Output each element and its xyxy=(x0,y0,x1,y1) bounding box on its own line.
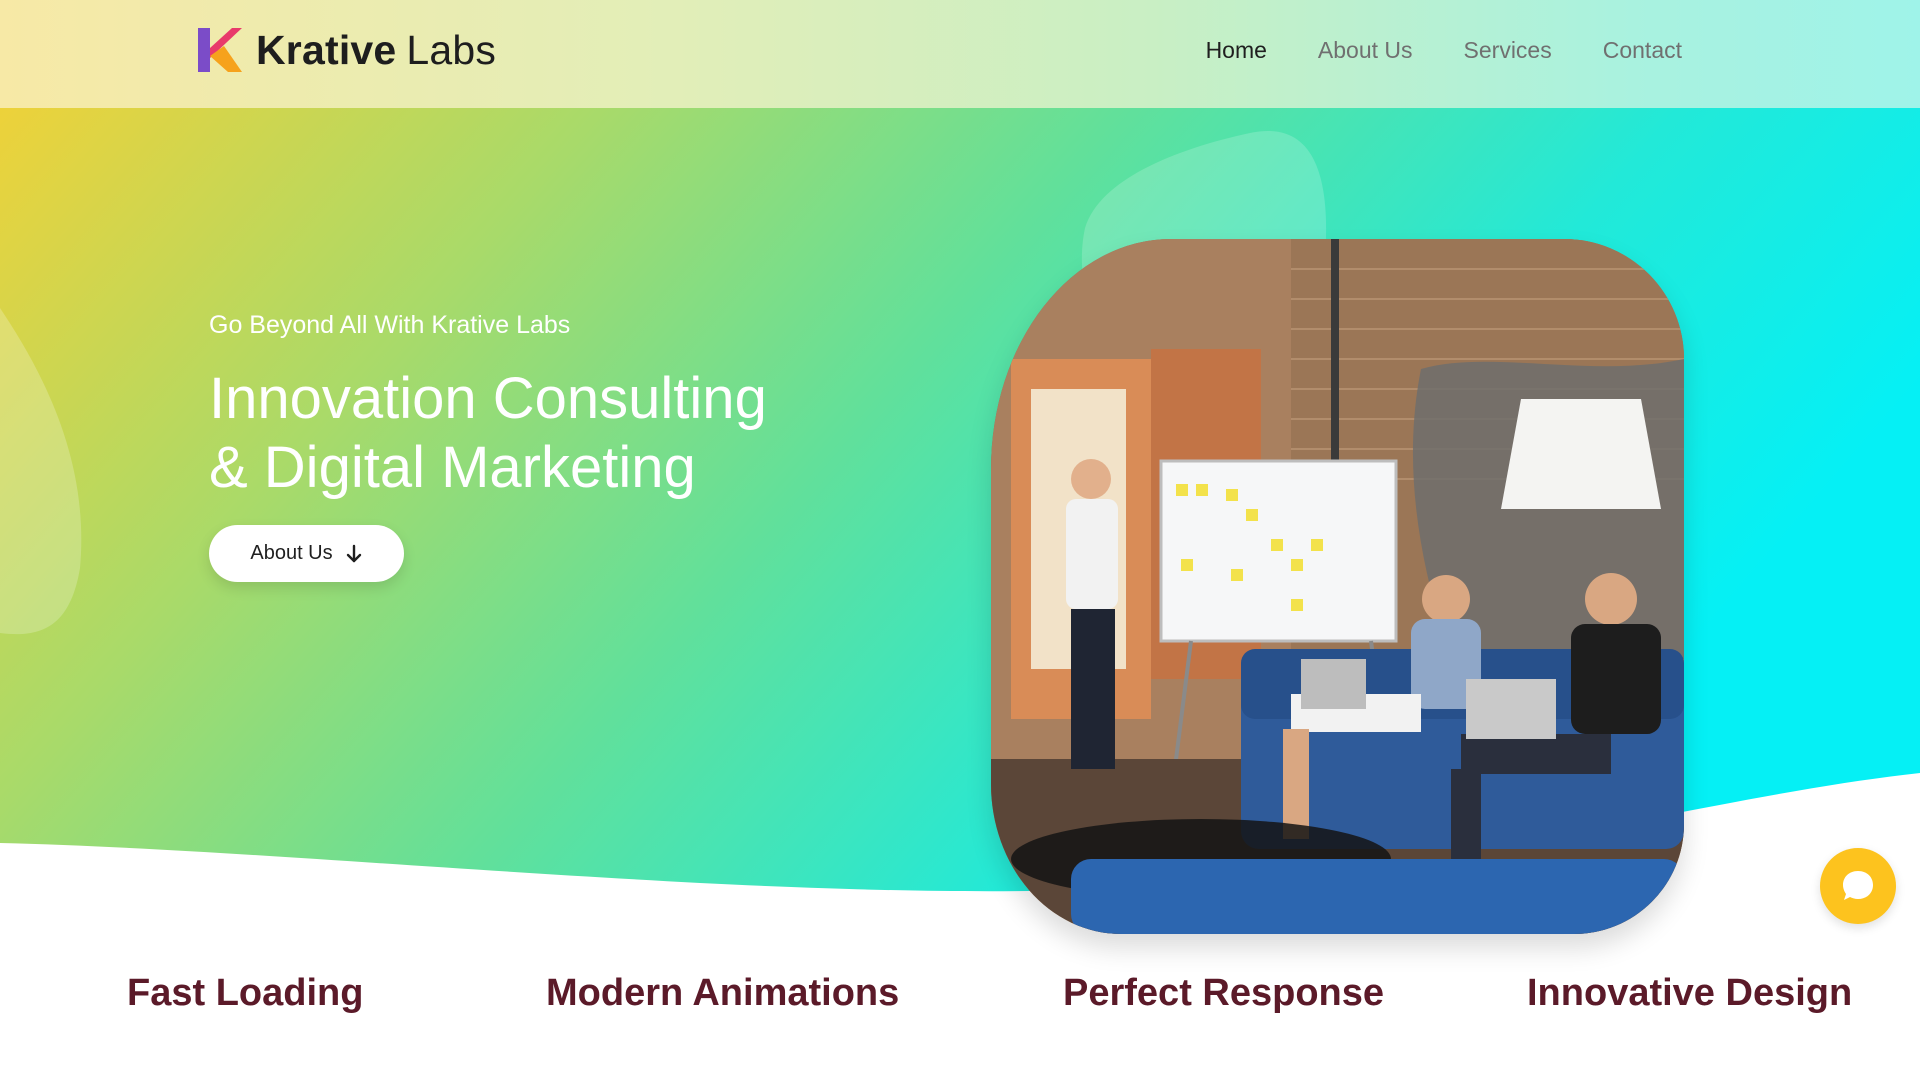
features-row: Fast Loading Modern Animations Perfect R… xyxy=(0,972,1920,1032)
logo[interactable]: Krative Labs xyxy=(196,26,496,74)
about-us-button-label: About Us xyxy=(250,542,333,564)
nav-item-home[interactable]: Home xyxy=(1206,34,1267,66)
hero-title: Innovation Consulting & Digital Marketin… xyxy=(209,364,969,502)
site-header: Krative Labs Home About Us Services Conta… xyxy=(0,0,1920,108)
feature-modern-animations: Modern Animations xyxy=(546,972,900,1014)
office-meeting-illustration xyxy=(991,239,1684,934)
hero-title-line1: Innovation Consulting xyxy=(209,366,767,431)
hero-section: Go Beyond All With Krative Labs Innovati… xyxy=(0,108,1920,1008)
chat-bubble-icon xyxy=(1843,871,1873,900)
arrow-down-icon xyxy=(346,544,361,562)
logo-text: Krative Labs xyxy=(256,27,496,74)
nav-item-about-us[interactable]: About Us xyxy=(1318,34,1413,66)
logo-name-strong: Krative xyxy=(256,26,397,73)
feature-perfect-response: Perfect Response xyxy=(1063,972,1385,1014)
nav-item-services[interactable]: Services xyxy=(1464,34,1552,66)
hero-title-line2: & Digital Marketing xyxy=(209,435,696,500)
main-nav: Home About Us Services Contact xyxy=(1155,34,1682,66)
feature-innovative-design: Innovative Design xyxy=(1527,972,1853,1014)
about-us-button[interactable]: About Us xyxy=(209,525,404,582)
krative-logo-icon xyxy=(198,28,242,72)
logo-name-light: Labs xyxy=(406,26,497,73)
chat-widget-button[interactable] xyxy=(1820,848,1896,924)
nav-item-contact[interactable]: Contact xyxy=(1603,34,1682,66)
feature-fast-loading: Fast Loading xyxy=(127,972,364,1014)
hero-photo xyxy=(991,239,1684,934)
hero-subtitle: Go Beyond All With Krative Labs xyxy=(209,311,571,339)
